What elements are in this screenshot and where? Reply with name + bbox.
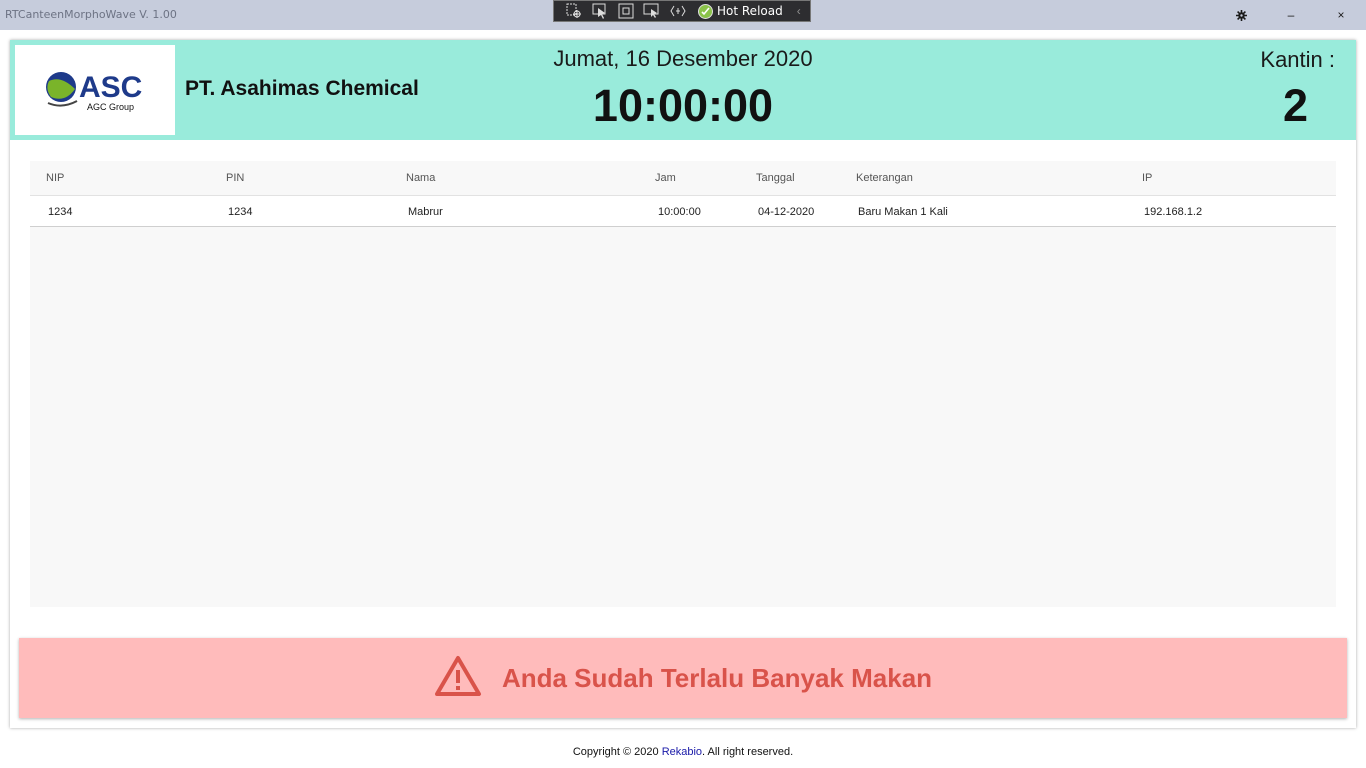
table-row[interactable]: 1234 1234 Mabrur 10:00:00 04-12-2020 Bar… [30, 196, 1336, 227]
cell-tanggal: 04-12-2020 [758, 206, 815, 218]
app-title: RTCanteenMorphoWave V. 1.00 [5, 8, 177, 21]
warning-banner: Anda Sudah Terlalu Banyak Makan [19, 638, 1347, 718]
cell-keterangan: Baru Makan 1 Kali [858, 206, 948, 218]
cell-ip: 192.168.1.2 [1144, 206, 1203, 218]
column-header-tanggal[interactable]: Tanggal [756, 172, 795, 184]
footer-copyright: Copyright © 2020 Rekabio. All right rese… [0, 746, 1366, 758]
cell-pin: 1234 [228, 206, 253, 218]
copyright-prefix: Copyright © 2020 [572, 746, 662, 758]
settings-gear-icon[interactable] [1218, 0, 1264, 30]
window-titlebar: RTCanteenMorphoWave V. 1.00 Hot Reload ‹… [0, 0, 1366, 30]
column-header-jam[interactable]: Jam [655, 172, 676, 184]
binding-failures-icon[interactable] [668, 2, 688, 20]
cell-jam: 10:00:00 [658, 206, 701, 218]
select-element-icon[interactable] [564, 2, 584, 20]
cell-nama: Mabrur [408, 206, 443, 218]
current-time: 10:00:00 [592, 80, 774, 131]
column-header-keterangan[interactable]: Keterangan [856, 172, 913, 184]
brand-link[interactable]: Rekabio [662, 746, 702, 758]
header-bar: ASC AGC Group PT. Asahimas Chemical Juma… [10, 40, 1356, 140]
kantin-number: 2 [1282, 80, 1308, 131]
warning-triangle-icon [434, 655, 482, 702]
close-button[interactable]: × [1318, 0, 1364, 30]
kantin-label: Kantin : [1260, 47, 1335, 72]
hot-reload-button[interactable]: Hot Reload [698, 3, 783, 19]
current-date: Jumat, 16 Desember 2020 [553, 46, 813, 71]
hot-reload-label: Hot Reload [717, 4, 783, 18]
column-header-pin[interactable]: PIN [226, 172, 244, 184]
warning-message: Anda Sudah Terlalu Banyak Makan [501, 662, 933, 693]
collapse-toolbar-icon[interactable]: ‹ [797, 4, 801, 18]
column-header-nip[interactable]: NIP [46, 172, 64, 184]
column-header-ip[interactable]: IP [1142, 172, 1152, 184]
xaml-debug-toolbar: Hot Reload ‹ [553, 0, 811, 22]
layout-adorner-icon[interactable] [616, 2, 636, 20]
pointer-icon[interactable] [590, 2, 610, 20]
transactions-table[interactable]: NIP PIN Nama Jam Tanggal Keterangan IP 1… [30, 161, 1336, 607]
cell-nip: 1234 [48, 206, 73, 218]
minimize-button[interactable]: – [1268, 0, 1314, 30]
track-focus-icon[interactable] [642, 2, 662, 20]
column-header-nama[interactable]: Nama [406, 172, 435, 184]
checkmark-icon [698, 3, 713, 19]
copyright-suffix: . All right reserved. [702, 746, 794, 758]
canteen-main-panel: ASC AGC Group PT. Asahimas Chemical Juma… [10, 40, 1356, 728]
